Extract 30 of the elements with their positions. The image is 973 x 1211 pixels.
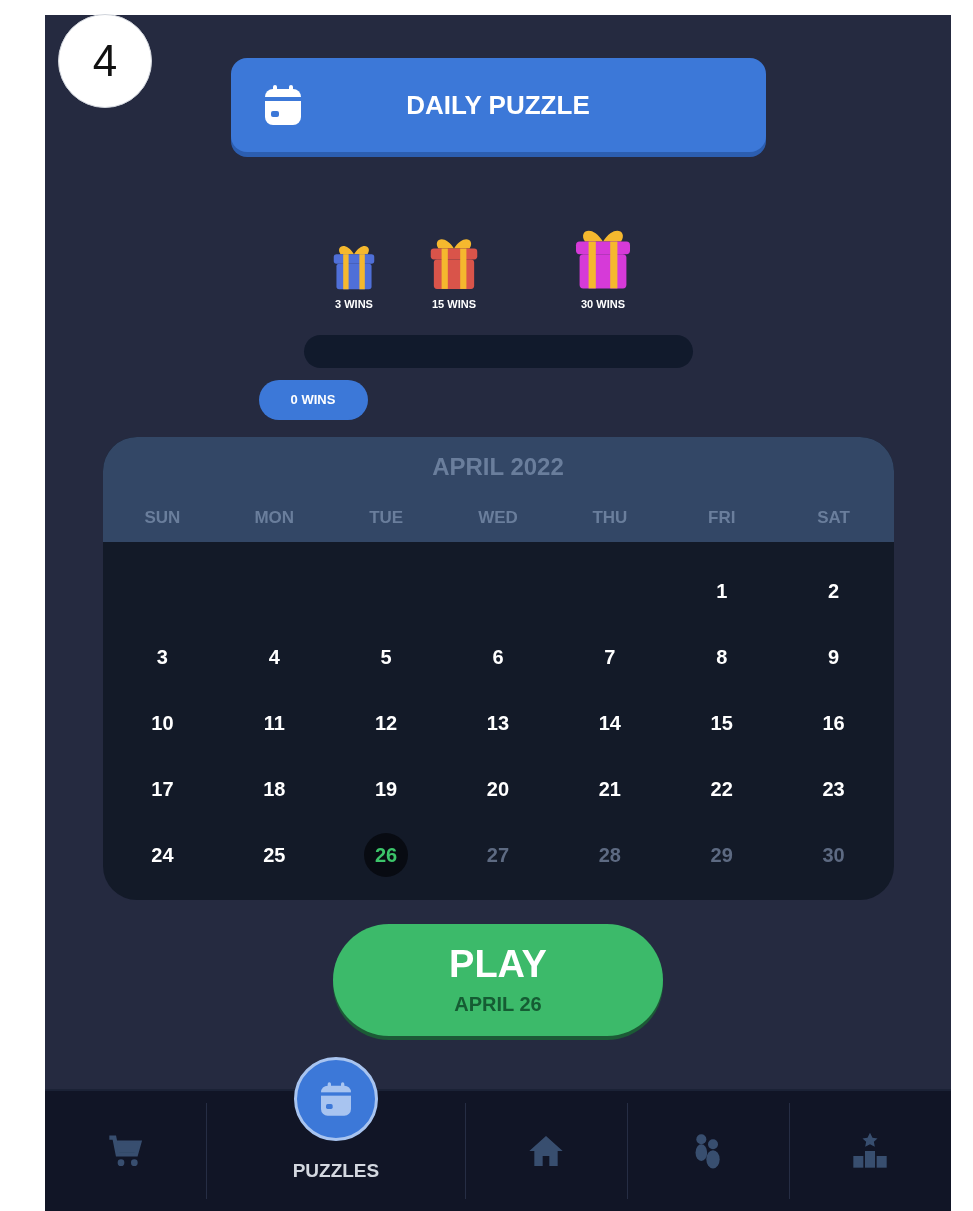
calendar-day[interactable]: 12 (375, 708, 398, 738)
calendar-day[interactable]: 6 (492, 642, 504, 672)
calendar-day[interactable]: 11 (263, 708, 285, 738)
wins-tag: 0 WINS (258, 379, 368, 420)
calendar-day[interactable]: 5 (380, 642, 392, 672)
calendar-day[interactable]: 10 (151, 708, 174, 738)
calendar-day[interactable]: 20 (486, 774, 510, 804)
calendar-day[interactable]: 24 (151, 840, 174, 870)
calendar-day[interactable]: 18 (263, 774, 286, 804)
calendar-day[interactable]: 17 (151, 774, 174, 804)
calendar-day[interactable]: 8 (716, 642, 728, 672)
calendar-day[interactable]: 15 (710, 708, 733, 738)
calendar-day[interactable]: 14 (598, 708, 621, 738)
calendar-day[interactable]: 22 (710, 774, 733, 804)
calendar-day[interactable]: 16 (822, 708, 845, 738)
calendar-day[interactable]: 25 (263, 840, 286, 870)
calendar-day[interactable]: 26 (364, 833, 409, 877)
calendar-day[interactable]: 23 (822, 774, 845, 804)
calendar-day[interactable]: 9 (828, 642, 840, 672)
calendar-day[interactable]: 3 (156, 642, 168, 672)
reward-label: 30 WINS (581, 297, 625, 312)
calendar-day[interactable]: 13 (486, 708, 510, 738)
reward-label: 15 WINS (432, 297, 476, 312)
reward-label: 3 WINS (335, 297, 373, 312)
calendar-day[interactable]: 2 (828, 576, 840, 606)
calendar-day[interactable]: 7 (604, 642, 616, 672)
calendar-day[interactable]: 1 (716, 576, 728, 606)
calendar-day[interactable]: 21 (598, 774, 621, 804)
calendar-day[interactable]: 4 (268, 642, 280, 672)
calendar-day[interactable]: 19 (375, 774, 398, 804)
